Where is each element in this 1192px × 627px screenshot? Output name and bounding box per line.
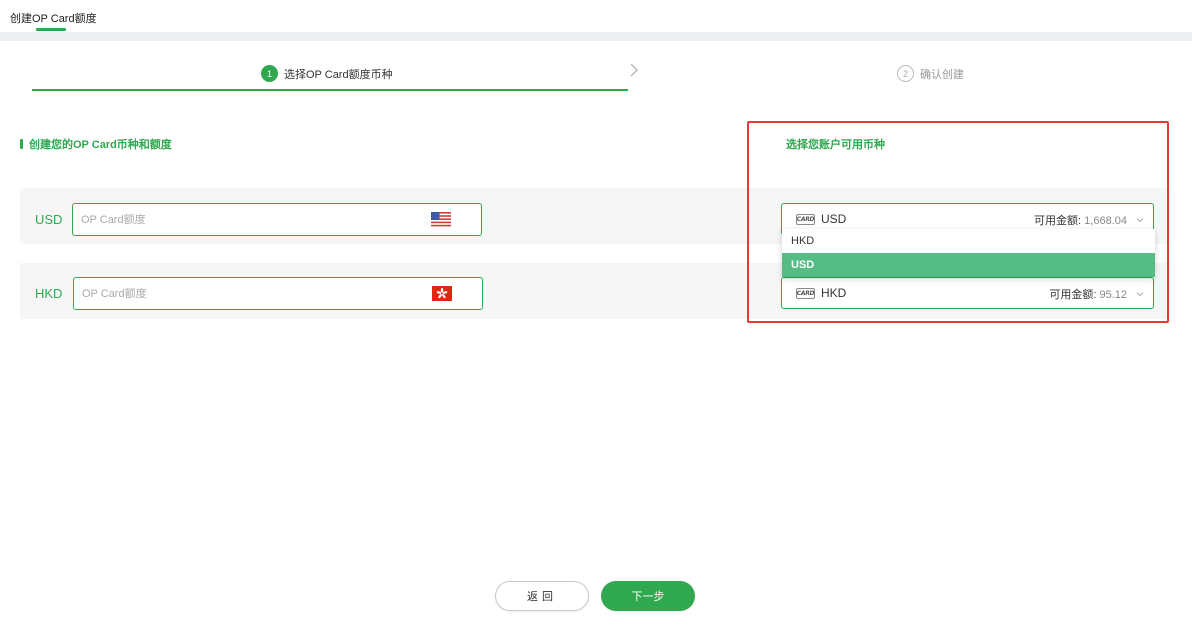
usd-select-value: USD bbox=[821, 212, 847, 226]
step-2-label: 确认创建 bbox=[920, 68, 964, 81]
hkd-select-value: HKD bbox=[821, 286, 847, 300]
chevron-down-icon[interactable] bbox=[1135, 289, 1145, 299]
usd-currency-label: USD bbox=[35, 212, 63, 227]
hkd-currency-label: HKD bbox=[35, 286, 63, 301]
currency-dropdown-menu: HKD USD bbox=[782, 229, 1155, 277]
step-1-number: 1 bbox=[261, 65, 278, 82]
balance-label: 可用金额: bbox=[1049, 289, 1097, 301]
hkd-amount-field[interactable] bbox=[73, 277, 483, 310]
right-section-title: 选择您账户可用币种 bbox=[786, 139, 885, 151]
hkd-amount-input[interactable] bbox=[82, 285, 402, 303]
left-section-title: 创建您的OP Card币种和额度 bbox=[20, 136, 172, 152]
usd-available-balance: 可用金额: 1,668.04 bbox=[1034, 212, 1127, 228]
card-icon: CARD bbox=[796, 214, 815, 225]
left-section-title-text: 创建您的OP Card币种和额度 bbox=[29, 139, 172, 151]
hkd-available-balance: 可用金额: 95.12 bbox=[1049, 286, 1127, 302]
step-1-label: 选择OP Card额度币种 bbox=[284, 68, 393, 81]
balance-amount: 1,668.04 bbox=[1084, 215, 1127, 227]
active-tab-indicator bbox=[36, 28, 66, 31]
card-icon: CARD bbox=[796, 288, 815, 299]
hk-flag-icon bbox=[432, 286, 452, 301]
usd-amount-input[interactable] bbox=[81, 211, 401, 229]
balance-amount: 95.12 bbox=[1099, 289, 1127, 301]
dropdown-option-usd[interactable]: USD bbox=[782, 253, 1155, 277]
chevron-down-icon[interactable] bbox=[1135, 215, 1145, 225]
page-tab-create-op-card-limit[interactable]: 创建OP Card额度 bbox=[10, 10, 97, 26]
dropdown-option-hkd[interactable]: HKD bbox=[782, 229, 1155, 253]
step-1-progress-bar bbox=[32, 89, 628, 91]
step-1: 1 选择OP Card额度币种 bbox=[261, 65, 393, 82]
step-2: 2 确认创建 bbox=[897, 65, 964, 82]
usd-amount-field[interactable] bbox=[72, 203, 482, 236]
next-step-button[interactable]: 下一步 bbox=[601, 581, 695, 611]
step-indicator: 1 选择OP Card额度币种 2 确认创建 bbox=[32, 60, 1162, 94]
header-divider-band bbox=[0, 32, 1192, 41]
back-button[interactable]: 返回 bbox=[495, 581, 589, 611]
hkd-account-select[interactable]: CARD HKD 可用金额: 95.12 bbox=[781, 277, 1154, 309]
step-2-number: 2 bbox=[897, 65, 914, 82]
title-accent-bar bbox=[20, 139, 23, 149]
balance-label: 可用金额: bbox=[1034, 215, 1082, 227]
us-flag-icon bbox=[431, 212, 451, 227]
chevron-right-icon bbox=[630, 63, 638, 77]
